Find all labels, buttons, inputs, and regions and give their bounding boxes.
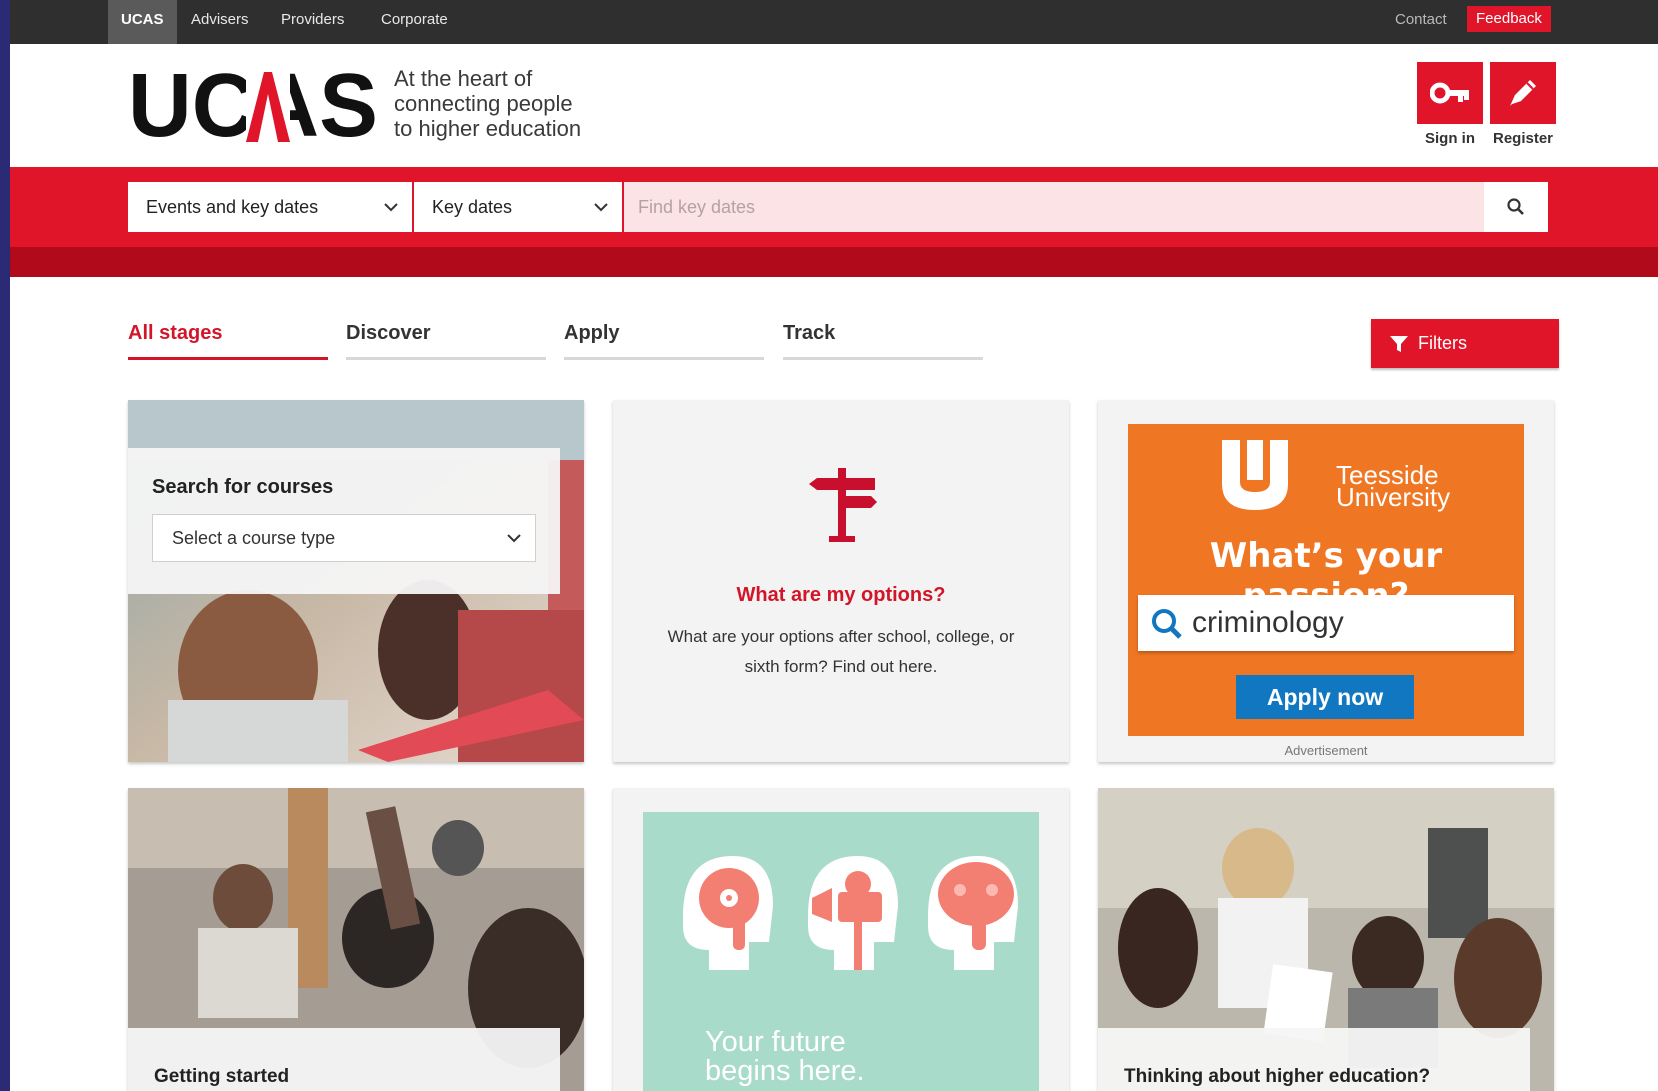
ad-search-box[interactable]: criminology <box>1138 595 1514 651</box>
page: UCAS Advisers Providers Corporate Contac… <box>10 0 1658 1091</box>
site-header: UCAS At the heart of connecting people t… <box>10 44 1658 167</box>
topbar-link-ucas[interactable]: UCAS <box>108 0 177 44</box>
options-title[interactable]: What are my options? <box>613 584 1069 607</box>
search-courses-card: Search for courses Select a course type <box>128 400 584 762</box>
category-select-value: Events and key dates <box>146 197 319 217</box>
tagline-line: At the heart of <box>394 66 533 91</box>
getting-started-title[interactable]: Getting started <box>154 1066 289 1088</box>
chevron-down-icon <box>507 515 521 561</box>
future-card[interactable]: Your future begins here. <box>613 788 1069 1091</box>
search-band: Events and key dates Key dates <box>10 167 1658 247</box>
options-description: What are your options after school, coll… <box>667 627 1015 676</box>
tagline: At the heart of connecting people to hig… <box>394 66 624 141</box>
register-button[interactable] <box>1490 62 1556 124</box>
thinking-title[interactable]: Thinking about higher education? <box>1124 1066 1430 1088</box>
search-band-footer <box>10 247 1658 277</box>
tagline-line: to higher education <box>394 116 582 141</box>
advertisement-label: Advertisement <box>1284 743 1368 758</box>
chevron-down-icon <box>594 182 608 232</box>
future-tagline-line: Your future <box>705 1026 846 1058</box>
future-tagline-line: begins here. <box>705 1055 865 1087</box>
filters-label: Filters <box>1418 333 1467 353</box>
options-card[interactable]: What are my options? What are your optio… <box>613 400 1069 762</box>
ucas-logo[interactable]: UCAS <box>128 66 378 146</box>
subcategory-select-value: Key dates <box>432 197 513 217</box>
getting-started-panel: Getting started <box>128 1028 560 1091</box>
feedback-button[interactable]: Feedback <box>1467 6 1551 32</box>
sign-in-label[interactable]: Sign in <box>1417 130 1483 147</box>
topbar-link-providers[interactable]: Providers <box>268 0 357 44</box>
course-type-select[interactable]: Select a course type <box>152 514 536 562</box>
search-input[interactable] <box>624 182 1484 232</box>
tab-apply[interactable]: Apply <box>564 318 764 360</box>
subcategory-select[interactable]: Key dates <box>414 182 622 232</box>
tagline-line: connecting people <box>394 91 573 116</box>
tab-all-stages[interactable]: All stages <box>128 318 328 360</box>
search-icon <box>1507 198 1524 215</box>
register-label[interactable]: Register <box>1490 130 1556 147</box>
advertisement-card: Teesside University What’s your passion?… <box>1098 400 1554 762</box>
key-icon <box>1430 82 1469 104</box>
funnel-icon <box>1390 335 1408 352</box>
signpost-icon <box>809 468 877 542</box>
thinking-card[interactable]: Thinking about higher education? <box>1098 788 1554 1091</box>
thinking-panel: Thinking about higher education? <box>1098 1028 1530 1091</box>
pencil-icon <box>1510 80 1536 106</box>
course-search-panel: Search for courses Select a course type <box>128 448 560 594</box>
future-tagline: Your future begins here. <box>705 1028 865 1086</box>
search-courses-title: Search for courses <box>152 476 334 498</box>
topbar-link-corporate[interactable]: Corporate <box>368 0 461 44</box>
apply-now-button[interactable]: Apply now <box>1236 675 1414 719</box>
future-banner: Your future begins here. <box>643 812 1039 1091</box>
search-button[interactable] <box>1484 182 1548 232</box>
career-heads-illustration <box>683 856 1018 970</box>
top-utility-bar: UCAS Advisers Providers Corporate Contac… <box>10 0 1658 44</box>
category-select[interactable]: Events and key dates <box>128 182 412 232</box>
ad-university-name: Teesside University <box>1336 462 1451 512</box>
contact-link[interactable]: Contact <box>1382 0 1460 44</box>
search-icon <box>1152 609 1182 639</box>
ad-university-line: University <box>1336 482 1451 512</box>
teesside-logo-icon <box>1222 440 1288 510</box>
ad-search-text: criminology <box>1192 606 1344 639</box>
sign-in-button[interactable] <box>1417 62 1483 124</box>
course-type-select-value: Select a course type <box>172 528 336 548</box>
chevron-down-icon <box>384 182 398 232</box>
topbar-link-advisers[interactable]: Advisers <box>178 0 262 44</box>
teesside-ad[interactable]: Teesside University What’s your passion?… <box>1128 424 1524 736</box>
getting-started-card[interactable]: Getting started <box>128 788 584 1091</box>
tab-discover[interactable]: Discover <box>346 318 546 360</box>
tab-track[interactable]: Track <box>783 318 983 360</box>
filters-button[interactable]: Filters <box>1371 319 1559 368</box>
